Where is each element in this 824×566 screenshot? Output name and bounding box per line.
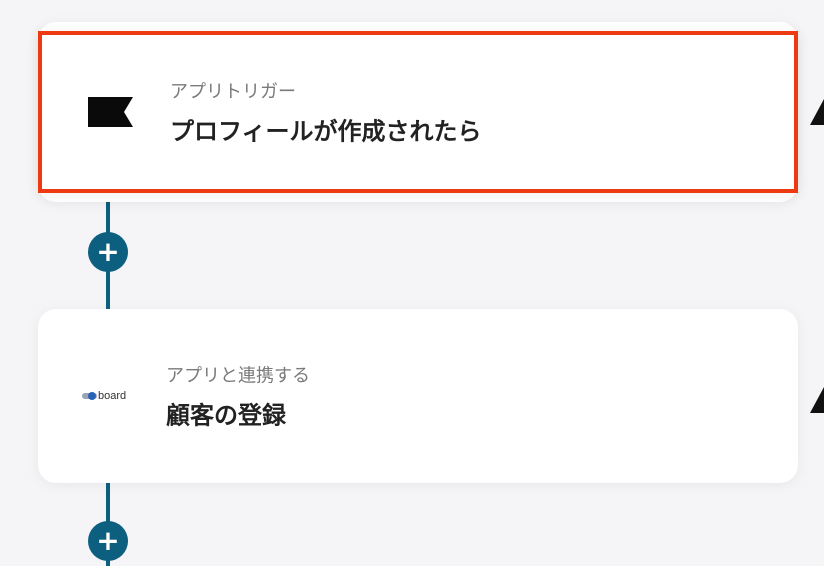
step-title: プロフィールが作成されたら	[170, 117, 482, 146]
step-category: アプリトリガー	[170, 81, 296, 103]
add-step-button[interactable]: +	[88, 232, 128, 272]
step-category: アプリと連携する	[166, 365, 310, 387]
flag-icon	[86, 95, 134, 129]
trigger-step-card[interactable]: アプリトリガー プロフィールが作成されたら	[38, 31, 798, 193]
edge-mark-icon	[810, 99, 824, 125]
board-logo-text: board	[98, 390, 127, 402]
action-step-card[interactable]: board アプリと連携する 顧客の登録	[38, 309, 798, 483]
edge-mark-icon	[810, 387, 824, 413]
board-logo: board	[82, 390, 126, 402]
step-title: 顧客の登録	[166, 401, 286, 430]
add-step-button[interactable]: +	[88, 521, 128, 561]
